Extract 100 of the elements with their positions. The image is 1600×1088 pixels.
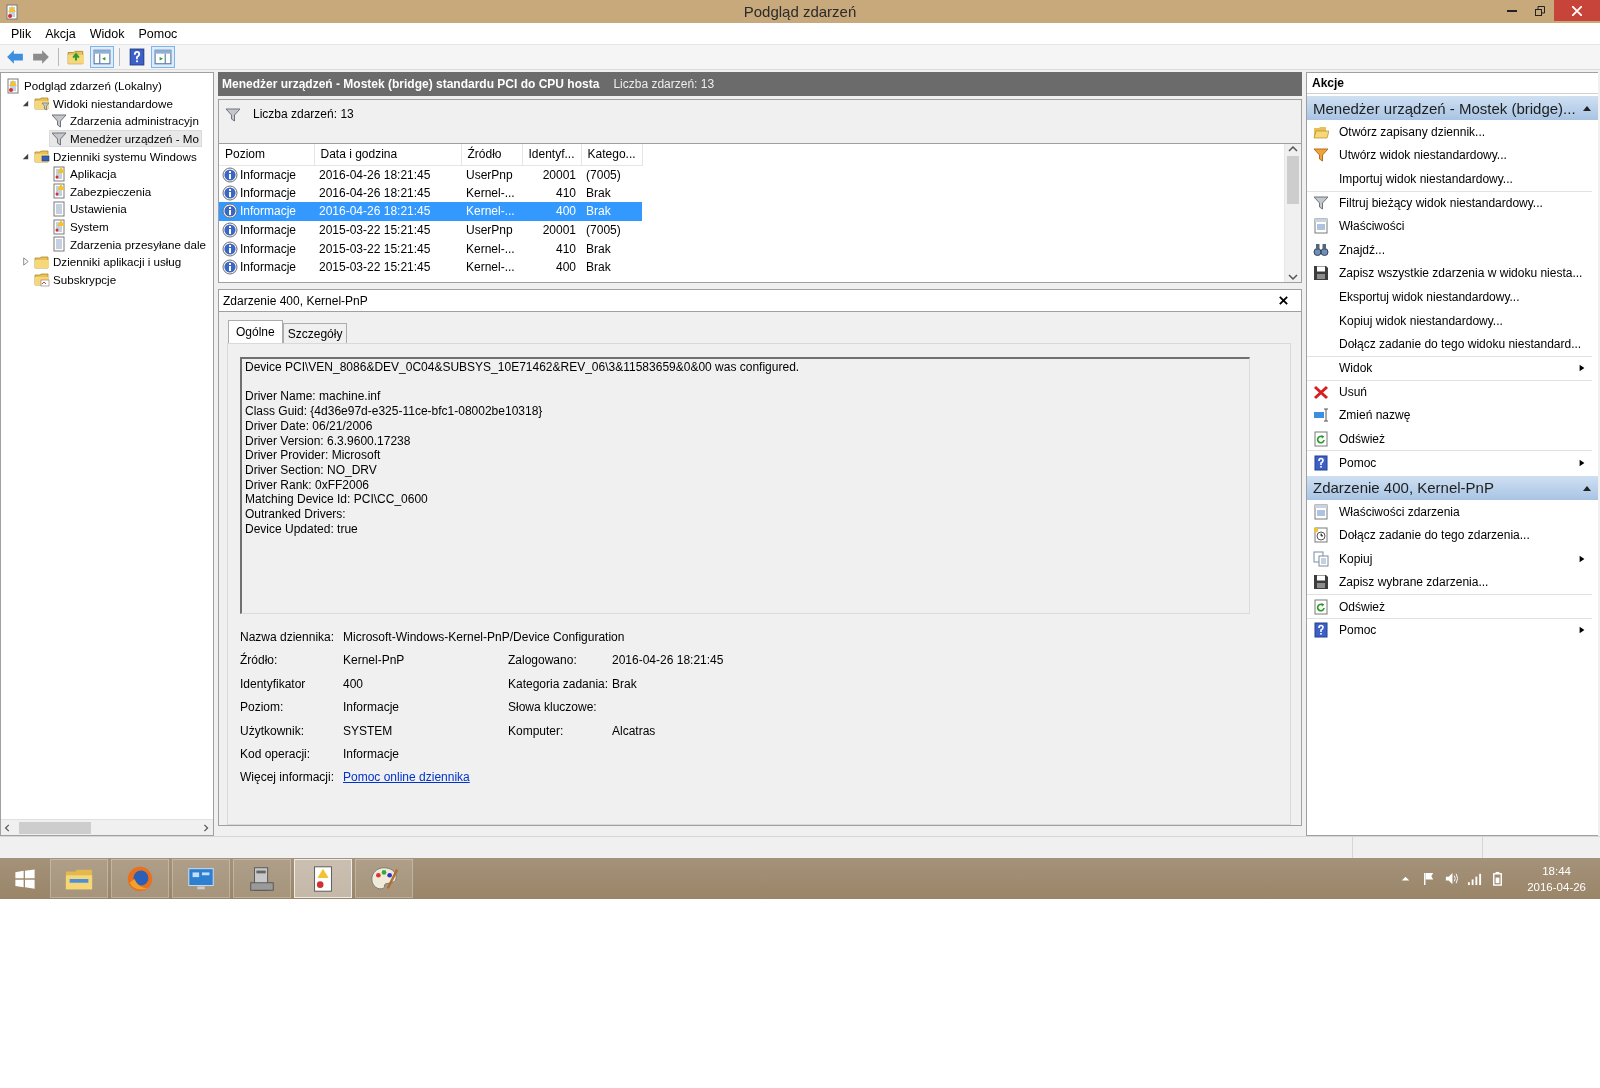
action-item[interactable]: Pomoc: [1307, 617, 1592, 642]
taskbar-button[interactable]: [111, 859, 169, 898]
tree-item[interactable]: Zdarzenia przesyłane dale: [49, 235, 209, 253]
table-cell: Informacje: [240, 241, 297, 256]
action-item[interactable]: Odśwież: [1307, 426, 1592, 451]
field-label: Źródło:: [240, 653, 279, 668]
table-row[interactable]: Informacje 2015-03-22 15:21:45 Kernel-... 400 Brak: [219, 257, 643, 277]
table-row[interactable]: Informacje 2015-03-22 15:21:45 UserPnp 20001 (7005): [219, 220, 643, 240]
tree-item[interactable]: Dzienniki systemu Windows: [32, 147, 200, 165]
action-item[interactable]: Utwórz widok niestandardowy...: [1307, 143, 1592, 168]
tree-item[interactable]: Subskrypcje: [32, 270, 120, 288]
action-item[interactable]: Kopiuj: [1307, 547, 1592, 571]
taskbar-button[interactable]: [294, 859, 352, 898]
help-link[interactable]: Pomoc online dziennika: [343, 770, 470, 785]
table-row[interactable]: Informacje 2016-04-26 18:21:45 Kernel-... 410 Brak: [219, 183, 643, 203]
section-header[interactable]: Zdarzenie 400, Kernel-PnP: [1307, 475, 1598, 500]
column-header[interactable]: Poziom: [219, 144, 314, 165]
tree-item[interactable]: Widoki niestandardowe: [32, 94, 176, 112]
field-value: 400: [343, 676, 365, 691]
table-cell: Kernel-...: [461, 183, 522, 203]
funnel-icon: [225, 107, 241, 123]
scroll-up-icon[interactable]: [1288, 144, 1298, 154]
tree-item[interactable]: Zdarzenia administracyjn: [49, 112, 202, 130]
submenu-arrow-icon: [1578, 364, 1586, 373]
vertical-scrollbar[interactable]: [1284, 144, 1301, 282]
action-item[interactable]: Właściwości: [1307, 214, 1592, 238]
close-icon: [1278, 295, 1289, 306]
field-value: SYSTEM: [343, 723, 394, 738]
scroll-right-icon[interactable]: [202, 823, 210, 832]
field-value: Alcatras: [612, 723, 657, 738]
log-icon: [4, 3, 20, 20]
column-header[interactable]: Data i godzina: [314, 144, 461, 165]
table-cell-text: Brak: [585, 240, 612, 258]
close-icon: [1572, 5, 1582, 16]
action-item[interactable]: Odśwież: [1307, 594, 1592, 618]
tree-item[interactable]: Dzienniki aplikacji i usług: [32, 253, 185, 271]
table-row[interactable]: Informacje 2015-03-22 15:21:45 Kernel-... 410 Brak: [219, 239, 643, 258]
section-header[interactable]: Menedżer urządzeń - Mostek (bridge)...: [1307, 96, 1598, 120]
table-row[interactable]: Informacje 2016-04-26 18:21:45 UserPnp 20001 (7005): [219, 165, 643, 184]
scrollbar-thumb[interactable]: [1287, 156, 1299, 204]
tree-item[interactable]: Menedżer urządzeń - Mo: [49, 130, 202, 148]
refresh-icon: [1313, 598, 1329, 615]
tab[interactable]: Ogólne: [228, 320, 283, 343]
log-icon: [51, 165, 67, 182]
message-line: Driver Section: NO_DRV: [245, 462, 378, 478]
column-header[interactable]: Identyf...: [522, 144, 582, 165]
tree-item[interactable]: Aplikacja: [49, 165, 120, 183]
table-cell: 2016-04-26 18:21:45: [314, 183, 461, 203]
action-pane-button[interactable]: [151, 46, 175, 68]
action-item[interactable]: Zmień nazwę: [1307, 403, 1592, 427]
tree-item[interactable]: Ustawienia: [49, 200, 130, 218]
folder-icon: [34, 95, 50, 112]
column-header[interactable]: Źródło: [461, 144, 522, 165]
horizontal-scrollbar[interactable]: [1, 819, 213, 835]
table-cell-text: Kernel-...: [465, 259, 516, 277]
field-label: Zalogowano:: [508, 653, 578, 668]
copy-icon: [1313, 550, 1329, 567]
taskbar-button[interactable]: [172, 859, 230, 898]
scrollbar-thumb[interactable]: [19, 821, 91, 834]
taskbar-button[interactable]: [233, 859, 291, 898]
menu-item[interactable]: Pomoc: [131, 24, 185, 43]
action-item[interactable]: Importuj widok niestandardowy...: [1307, 167, 1592, 191]
action-item[interactable]: Pomoc: [1307, 450, 1592, 474]
action-item[interactable]: Otwórz zapisany dziennik...: [1307, 120, 1592, 144]
scroll-down-icon[interactable]: [1288, 272, 1298, 282]
expanded-arrow-icon[interactable]: [20, 98, 30, 108]
menu-item[interactable]: Akcja: [38, 24, 83, 43]
action-item[interactable]: Usuń: [1307, 379, 1592, 404]
action-item[interactable]: Dołącz zadanie do tego zdarzenia...: [1307, 523, 1592, 548]
tab[interactable]: Szczegóły: [282, 323, 348, 343]
console-tree-button[interactable]: [90, 46, 114, 68]
column-header[interactable]: Katego...: [581, 144, 643, 165]
tree-item[interactable]: Zabezpieczenia: [49, 182, 155, 200]
tree-item[interactable]: System: [49, 218, 112, 236]
message-line: Matching Device Id: PCI\CC_0600: [245, 492, 429, 507]
action-item[interactable]: Właściwości zdarzenia: [1307, 499, 1592, 524]
action-item[interactable]: Widok: [1307, 355, 1592, 380]
collapsed-arrow-icon[interactable]: [20, 257, 30, 267]
table-cell: UserPnp: [461, 165, 522, 184]
action-item[interactable]: Znajdź...: [1307, 237, 1592, 262]
table-cell: (7005): [581, 165, 643, 184]
message-line: Driver Rank: 0xFF2006: [245, 477, 371, 493]
action-item[interactable]: Kopiuj widok niestandardowy...: [1307, 308, 1592, 333]
tree-item[interactable]: Podgląd zdarzeń (Lokalny): [3, 77, 165, 95]
speaker-icon[interactable]: [1444, 871, 1460, 886]
table-cell-text: Kernel-...: [465, 240, 516, 258]
action-item[interactable]: Filtruj bieżący widok niestandardowy...: [1307, 190, 1592, 215]
action-item[interactable]: Eksportuj widok niestandardowy...: [1307, 285, 1592, 309]
taskbar-button[interactable]: [355, 859, 413, 898]
menu-item[interactable]: Widok: [82, 24, 132, 43]
field-value: Kernel-PnP: [343, 653, 406, 668]
scroll-left-icon[interactable]: [4, 823, 12, 832]
menu-item[interactable]: Plik: [4, 24, 39, 43]
action-item[interactable]: Zapisz wszystkie zdarzenia w widoku niesta...: [1307, 261, 1592, 286]
info-icon: [222, 203, 238, 220]
expanded-arrow-icon[interactable]: [20, 151, 30, 161]
action-item[interactable]: Dołącz zadanie do tego widoku niestandard...: [1307, 332, 1592, 356]
submenu-arrow-icon: [1578, 626, 1586, 635]
signal-icon[interactable]: [1467, 871, 1483, 886]
action-item[interactable]: Zapisz wybrane zdarzenia...: [1307, 570, 1592, 595]
